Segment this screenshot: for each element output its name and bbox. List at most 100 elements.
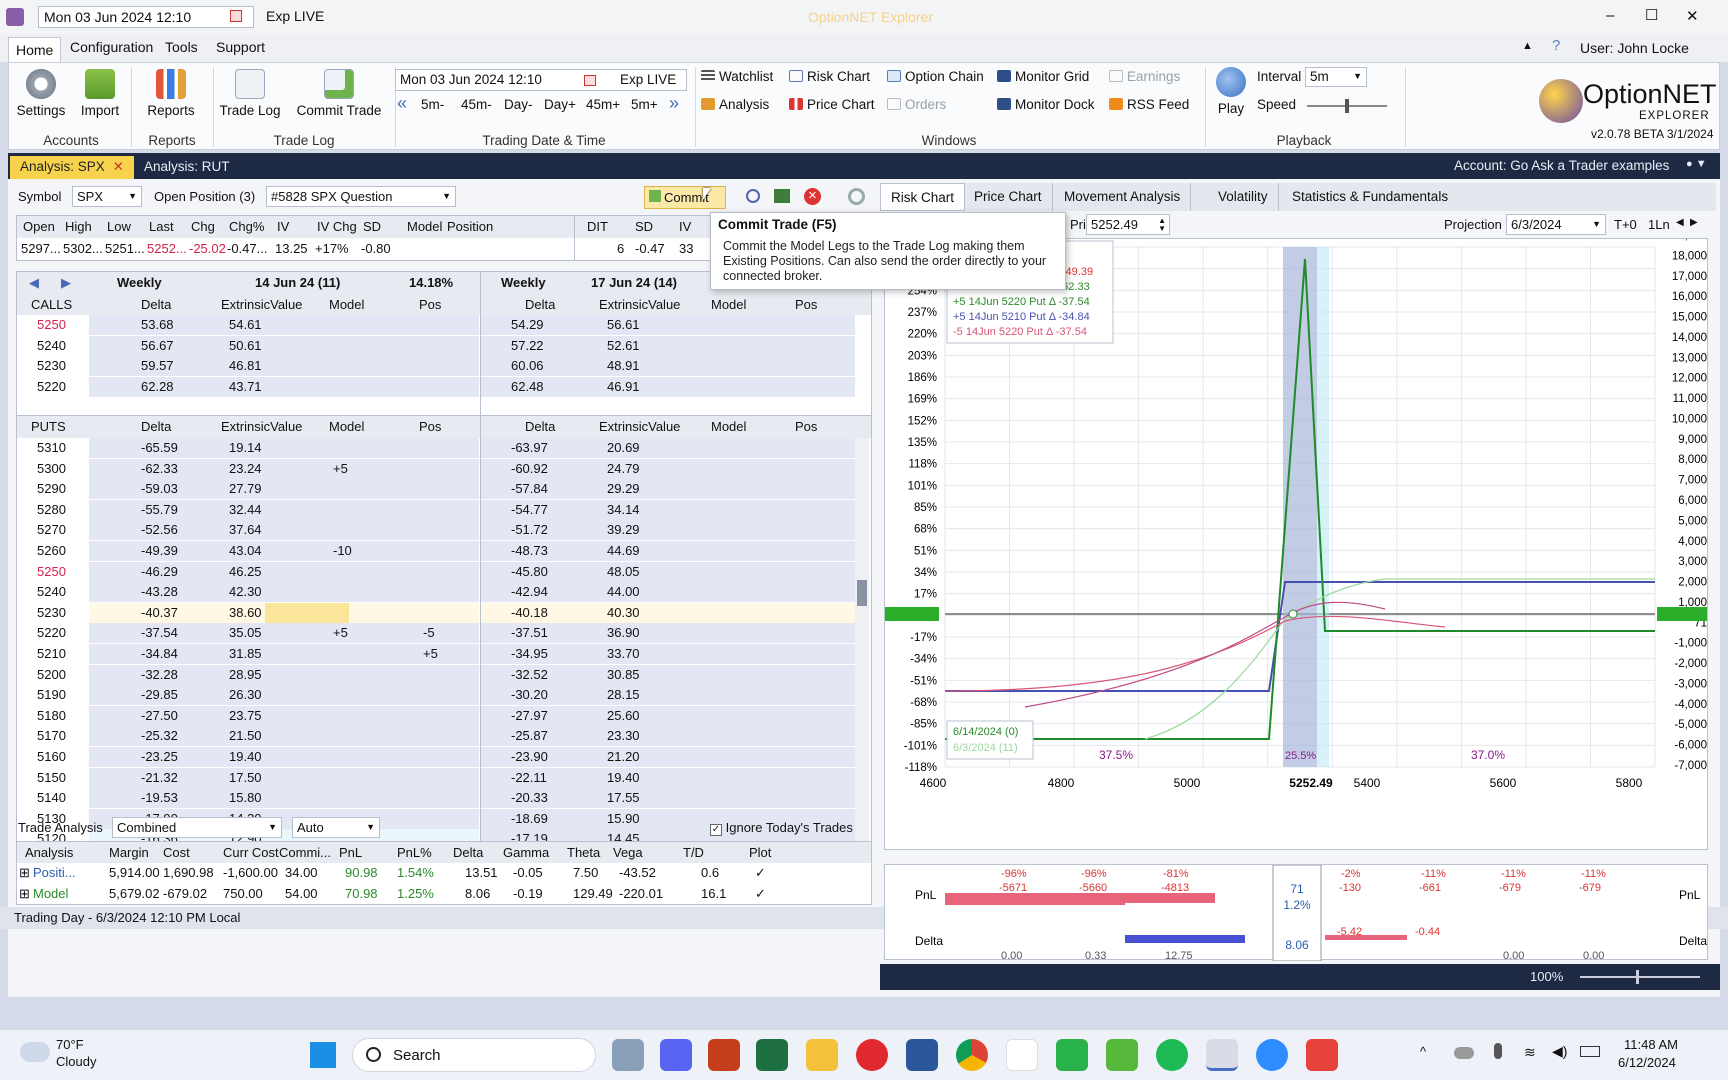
analysis-column-header[interactable]: Commi... <box>279 845 331 860</box>
chain-row[interactable]: 5180 -27.50 23.75 <box>17 705 481 727</box>
menu-home[interactable]: Home <box>8 37 62 63</box>
spinner-icon[interactable]: ▲ ▼ <box>1158 217 1166 233</box>
close-button[interactable]: ✕ <box>1686 7 1699 25</box>
chain-row[interactable]: 54.29 56.61 <box>481 315 855 336</box>
auto-select[interactable]: Auto ▼ <box>292 817 380 838</box>
chain-row[interactable]: -25.87 23.30 <box>481 726 855 747</box>
volume-icon[interactable]: ◀) <box>1552 1043 1567 1060</box>
minimize-button[interactable]: – <box>1606 7 1614 24</box>
column-header[interactable]: Pos <box>795 419 817 434</box>
title-datetime-field[interactable]: Mon 03 Jun 2024 12:10 <box>38 6 254 28</box>
column-header[interactable]: Delta <box>525 297 555 312</box>
ln-label[interactable]: 1Ln <box>1648 217 1670 232</box>
column-header[interactable]: Delta <box>141 419 171 434</box>
analysis-column-header[interactable]: Plot <box>749 845 771 860</box>
chain-row[interactable]: 5310 -65.59 19.14 <box>17 438 481 459</box>
analysis-column-header[interactable]: Margin <box>109 845 149 860</box>
chain-row[interactable]: 5250 53.68 54.61 <box>17 315 481 336</box>
analysis-button[interactable]: Analysis <box>701 97 769 112</box>
trade-log-button[interactable]: Trade Log <box>217 69 283 118</box>
chain-row[interactable]: -32.52 30.85 <box>481 664 855 686</box>
chain-row[interactable]: 5240 -43.28 42.30 <box>17 582 481 603</box>
chain-row[interactable]: -34.95 33.70 <box>481 644 855 665</box>
weather-temp[interactable]: 70°F <box>56 1037 84 1052</box>
chain-row[interactable]: -57.84 29.29 <box>481 479 855 500</box>
chain-row[interactable]: -51.72 39.29 <box>481 520 855 541</box>
chain-row[interactable]: 5220 -37.54 35.05 +5 -5 <box>17 623 481 644</box>
app-red-icon[interactable] <box>1306 1039 1338 1071</box>
monitor-dock-button[interactable]: Monitor Dock <box>997 97 1095 112</box>
microphone-icon[interactable] <box>1494 1043 1502 1059</box>
trade-analysis-mode-select[interactable]: Combined ▼ <box>112 817 282 838</box>
chain-row[interactable]: -40.18 40.30 <box>481 602 855 624</box>
step-45m-forward[interactable]: 45m+ <box>586 97 620 112</box>
taskbar-search[interactable]: Search <box>352 1038 596 1072</box>
calendar-icon[interactable] <box>584 75 596 86</box>
play-button[interactable]: Play <box>1209 67 1253 116</box>
symbol-select[interactable]: SPX ▼ <box>72 186 142 207</box>
tab-statistics[interactable]: Statistics & Fundamentals <box>1282 183 1458 211</box>
chain-row[interactable]: -20.33 17.55 <box>481 788 855 809</box>
word-icon[interactable] <box>906 1039 938 1071</box>
step-day-back[interactable]: Day- <box>504 97 533 112</box>
column-header[interactable]: Delta <box>141 297 171 312</box>
discord-icon[interactable] <box>660 1039 692 1071</box>
chain-row[interactable]: -45.80 48.05 <box>481 561 855 583</box>
settings-button[interactable]: Settings <box>15 69 67 118</box>
commit-trade-button[interactable]: Commit Trade <box>291 69 387 118</box>
expand-icon[interactable]: ⊞ <box>19 886 30 902</box>
commit-button[interactable]: Commit <box>644 186 726 209</box>
option-chain-button[interactable]: Option Chain <box>887 69 984 84</box>
nav-left-icon[interactable]: ◀ <box>29 275 39 291</box>
orders-button[interactable]: Orders <box>887 97 946 112</box>
account-menu-icon[interactable]: ● ▼ <box>1686 158 1707 170</box>
menu-support[interactable]: Support <box>210 39 271 55</box>
analysis-row[interactable]: ⊞ Model 5,679.02 -679.02 750.00 54.00 70.98 1.2… <box>17 884 871 905</box>
analysis-column-header[interactable]: T/D <box>683 845 704 860</box>
app-puzzle-icon[interactable] <box>1106 1039 1138 1071</box>
column-header[interactable]: ExtrinsicValue <box>221 297 302 312</box>
menu-configuration[interactable]: Configuration <box>64 39 159 55</box>
battery-icon[interactable] <box>1580 1046 1600 1057</box>
chain-row[interactable]: 57.22 52.61 <box>481 335 855 357</box>
analysis-column-header[interactable]: PnL% <box>397 845 432 860</box>
model-cell[interactable]: +5 <box>333 625 348 640</box>
step-5m-back[interactable]: 5m- <box>421 97 444 112</box>
chain-row[interactable]: -60.92 24.79 <box>481 458 855 480</box>
price-input[interactable]: 5252.49 ▲ ▼ <box>1086 214 1170 235</box>
t0-label[interactable]: T+0 <box>1614 217 1637 232</box>
earnings-button[interactable]: Earnings <box>1109 69 1180 84</box>
slider-thumb[interactable] <box>1636 970 1639 984</box>
powerpoint-icon[interactable] <box>708 1039 740 1071</box>
column-header[interactable]: Model <box>329 419 364 434</box>
model-cell[interactable]: +5 <box>333 461 348 476</box>
chain-row[interactable]: 5230 -40.37 38.60 <box>17 602 481 624</box>
file-manager-icon[interactable] <box>612 1039 644 1071</box>
next-icon[interactable]: ▶ <box>1690 217 1698 228</box>
chain-row[interactable]: -27.97 25.60 <box>481 705 855 727</box>
zoom-icon[interactable] <box>1256 1039 1288 1071</box>
column-header[interactable]: ExtrinsicValue <box>221 419 302 434</box>
chain-row[interactable]: 5260 -49.39 43.04 -10 <box>17 541 481 562</box>
menu-tools[interactable]: Tools <box>159 39 204 55</box>
analysis-column-header[interactable]: Vega <box>613 845 643 860</box>
weather-icon[interactable] <box>20 1042 50 1062</box>
rss-feed-button[interactable]: RSS Feed <box>1109 97 1189 112</box>
chrome-icon[interactable] <box>956 1039 988 1071</box>
spotify-icon[interactable] <box>1156 1039 1188 1071</box>
import-button[interactable]: Import <box>75 69 125 118</box>
opera-icon[interactable] <box>856 1039 888 1071</box>
tab-risk-chart[interactable]: Risk Chart <box>880 183 966 211</box>
chain-row[interactable]: 60.06 48.91 <box>481 356 855 377</box>
analysis-column-header[interactable]: Cost <box>163 845 190 860</box>
column-header[interactable]: Pos <box>419 297 441 312</box>
analysis-column-header[interactable]: Analysis <box>25 845 73 860</box>
interval-select[interactable]: 5m ▼ <box>1305 67 1367 87</box>
magnify-icon[interactable] <box>746 189 760 203</box>
clock-date[interactable]: 6/12/2024 <box>1618 1055 1676 1070</box>
table-icon[interactable] <box>774 189 790 203</box>
prev-icon[interactable]: ◀ <box>1676 217 1684 228</box>
trading-datetime-field[interactable]: Mon 03 Jun 2024 12:10 Exp LIVE <box>395 69 687 91</box>
pos-cell[interactable]: -5 <box>423 625 435 640</box>
column-header[interactable]: Delta <box>525 419 555 434</box>
